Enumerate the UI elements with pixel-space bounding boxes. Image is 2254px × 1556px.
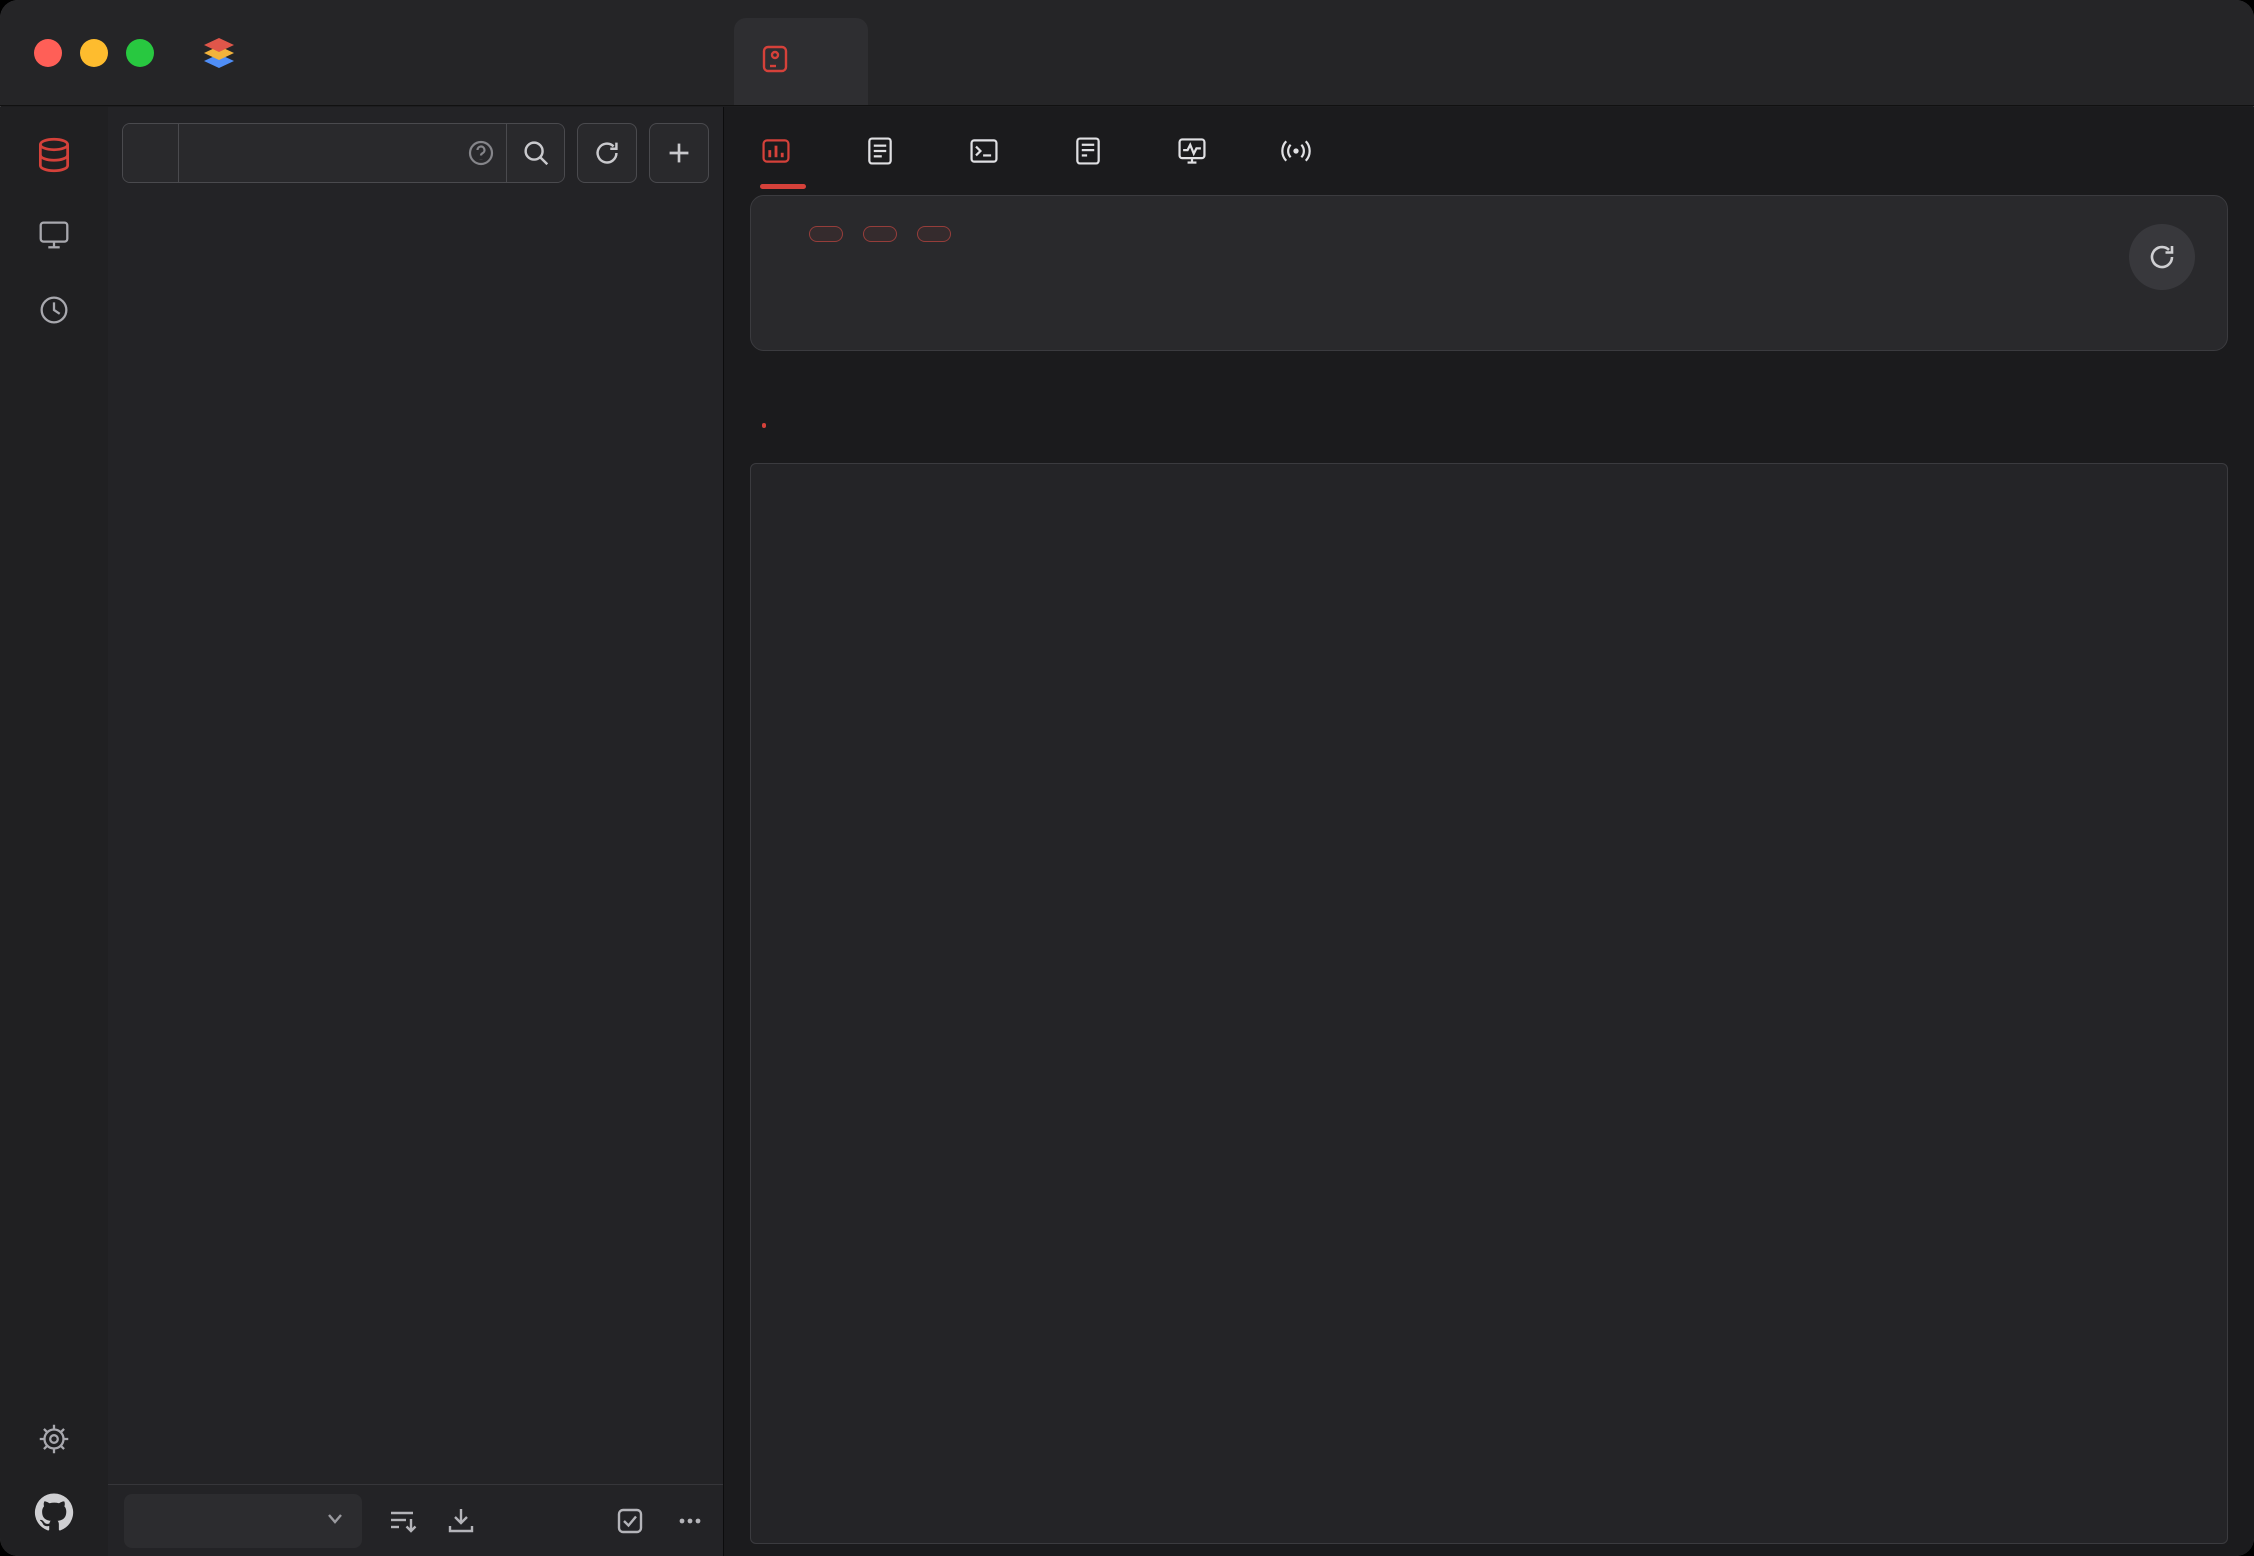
server-rail-icon[interactable] bbox=[35, 215, 73, 253]
main-panel bbox=[724, 107, 2254, 1556]
chart-network bbox=[1492, 1007, 2219, 1530]
chart-svg bbox=[1497, 524, 2215, 924]
host-row bbox=[789, 226, 2189, 242]
filter-group bbox=[122, 123, 565, 183]
tab-status[interactable] bbox=[760, 107, 806, 195]
refresh-status-icon[interactable] bbox=[2129, 224, 2195, 290]
app-logo-icon bbox=[196, 30, 242, 76]
stat-uptime bbox=[789, 290, 1139, 306]
settings-gear-icon[interactable] bbox=[35, 1420, 73, 1458]
stat-clients bbox=[1139, 290, 1489, 306]
subtab-activity[interactable] bbox=[762, 404, 766, 416]
tab-pub-sub[interactable] bbox=[1280, 107, 1326, 195]
export-icon[interactable] bbox=[444, 1504, 478, 1538]
chart-svg bbox=[764, 524, 1482, 924]
server-status-card bbox=[750, 195, 2228, 351]
mode-badge bbox=[863, 226, 897, 242]
db-select[interactable] bbox=[124, 1494, 362, 1548]
stats-row bbox=[789, 290, 2189, 306]
sidebar-bottom-right bbox=[613, 1504, 707, 1538]
activity-subtabs bbox=[750, 377, 2228, 443]
role-badge bbox=[917, 226, 951, 242]
filter-toolbar bbox=[108, 107, 723, 195]
filter-type-button[interactable] bbox=[123, 124, 179, 182]
tab-console[interactable] bbox=[968, 107, 1014, 195]
maximize-window-button[interactable] bbox=[126, 39, 154, 67]
filter-input[interactable] bbox=[179, 137, 466, 169]
traffic-lights bbox=[34, 39, 154, 67]
sidebar bbox=[108, 107, 724, 1556]
key-tree bbox=[108, 195, 723, 1484]
chart-svg bbox=[764, 1053, 1482, 1453]
chart-memory bbox=[759, 1007, 1486, 1530]
chart-commands-per-second bbox=[759, 478, 1486, 1001]
tab-slow-log[interactable] bbox=[1072, 107, 1118, 195]
reload-keys-icon[interactable] bbox=[577, 123, 637, 183]
sidebar-bottom-bar bbox=[108, 1484, 723, 1556]
more-icon[interactable] bbox=[673, 1504, 707, 1538]
close-tab-icon[interactable] bbox=[830, 61, 842, 63]
version-badge bbox=[809, 226, 843, 242]
tab-key-detail[interactable] bbox=[864, 107, 910, 195]
app-window bbox=[0, 0, 2254, 1556]
history-rail-icon[interactable] bbox=[35, 291, 73, 329]
search-icon[interactable] bbox=[506, 124, 564, 182]
flatten-list-icon[interactable] bbox=[386, 1504, 420, 1538]
chevron-down-icon bbox=[324, 1505, 346, 1536]
add-key-icon[interactable] bbox=[649, 123, 709, 183]
chart-svg bbox=[1497, 1053, 2215, 1453]
window-body bbox=[0, 107, 2254, 1556]
charts-card bbox=[750, 463, 2228, 1544]
connection-tab-icon bbox=[760, 44, 790, 79]
minimize-window-button[interactable] bbox=[80, 39, 108, 67]
help-circle-icon[interactable] bbox=[466, 138, 496, 168]
stat-keys bbox=[1489, 290, 1839, 306]
left-rail bbox=[0, 107, 108, 1556]
titlebar bbox=[0, 0, 2254, 106]
checkbox-icon[interactable] bbox=[613, 1504, 647, 1538]
stat-memory bbox=[1839, 290, 2189, 306]
close-window-button[interactable] bbox=[34, 39, 62, 67]
main-nav bbox=[750, 107, 2228, 195]
tab-monitor-commands[interactable] bbox=[1176, 107, 1222, 195]
subtab-server-info[interactable] bbox=[832, 404, 836, 416]
chart-clients bbox=[1492, 478, 2219, 1001]
github-icon[interactable] bbox=[34, 1492, 74, 1532]
connection-tab[interactable] bbox=[734, 18, 868, 105]
databases-rail-icon[interactable] bbox=[33, 135, 75, 177]
